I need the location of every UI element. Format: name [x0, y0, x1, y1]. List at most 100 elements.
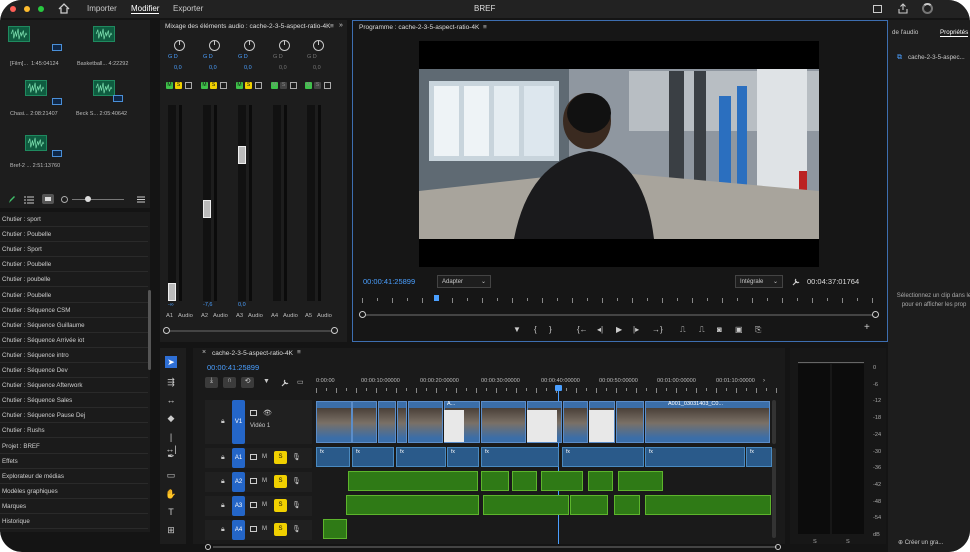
project-list-item[interactable]: Chutier : Séquence Afterwork: [0, 378, 148, 394]
pan-knob[interactable]: [174, 40, 185, 51]
video-clip[interactable]: [408, 401, 443, 443]
solo-button[interactable]: S: [210, 82, 217, 89]
mute-button[interactable]: M: [305, 82, 312, 89]
minimize-window-icon[interactable]: [24, 6, 30, 12]
track-select-tool-icon[interactable]: ⇶: [165, 376, 177, 388]
gain-value[interactable]: 0,0: [238, 302, 246, 308]
pan-knob[interactable]: [313, 40, 324, 51]
project-list-item[interactable]: Chutier : Séquence intro: [0, 348, 148, 363]
track-target-a2[interactable]: A2: [232, 472, 245, 492]
mute-button[interactable]: M: [201, 82, 208, 89]
project-list-item[interactable]: Chutier : Séquence Pause Dej: [0, 408, 148, 424]
linked-selection-icon[interactable]: ⟲: [241, 377, 254, 388]
pen-tool-icon[interactable]: ✒: [165, 450, 177, 462]
video-clip[interactable]: [645, 401, 770, 443]
step-back-icon[interactable]: ◂|: [597, 325, 603, 334]
audio-clip-a1[interactable]: fx: [481, 447, 559, 467]
project-list-item[interactable]: Chutier : Séquence Sales: [0, 393, 148, 409]
panel-menu-icon[interactable]: ≡: [330, 23, 334, 30]
hand-tool-icon[interactable]: ✋: [165, 488, 177, 500]
razor-tool-icon[interactable]: ◆: [165, 412, 177, 424]
project-list-item[interactable]: Chutier : Séquence Guillaume: [0, 318, 148, 333]
record-arm-icon[interactable]: [255, 82, 262, 89]
project-list-item[interactable]: Chutier : poubelle: [0, 272, 148, 288]
track-scrollbar[interactable]: [772, 400, 776, 444]
menu-importer[interactable]: Importer: [87, 4, 117, 13]
mute-track-button[interactable]: M: [262, 502, 267, 508]
panel-menu-icon[interactable]: ≡: [297, 349, 301, 356]
mute-button[interactable]: M: [166, 82, 173, 89]
mark-out-icon[interactable]: }: [549, 325, 552, 334]
panel-menu-icon[interactable]: ≡: [483, 24, 487, 31]
slip-tool-icon[interactable]: |↔|: [165, 431, 177, 454]
microphone-icon[interactable]: 🎙︎: [292, 453, 301, 461]
lock-track-icon[interactable]: 🔒︎: [221, 526, 225, 534]
bin-clip-4[interactable]: Beck S... 2:05:40642: [76, 80, 148, 120]
timeline-scrollbar[interactable]: [205, 544, 785, 550]
mute-track-button[interactable]: M: [262, 454, 267, 460]
record-arm-icon[interactable]: [290, 82, 297, 89]
bin-clip-3[interactable]: Chasi... 2:08:21407: [0, 80, 62, 120]
clip-thumbnail[interactable]: [444, 410, 464, 442]
project-list-item[interactable]: Chutier : Séquence Arrivée iot: [0, 333, 148, 348]
thumbnail-size-slider[interactable]: [72, 199, 124, 200]
pan-value[interactable]: 0,0: [174, 65, 182, 71]
fit-dropdown[interactable]: Adapter ⌄: [437, 275, 491, 288]
scroll-handle[interactable]: [331, 327, 338, 334]
lock-track-icon[interactable]: 🔒︎: [221, 418, 225, 426]
fader-track[interactable]: [168, 105, 176, 301]
audio-clip-a1[interactable]: fx: [562, 447, 644, 467]
add-marker-icon[interactable]: ▼: [263, 378, 270, 385]
video-clip[interactable]: [481, 401, 526, 443]
solo-track-button[interactable]: S: [274, 451, 287, 464]
comparison-view-icon[interactable]: ▣: [735, 325, 743, 334]
ripple-edit-tool-icon[interactable]: ↔: [165, 394, 177, 406]
pan-knob[interactable]: [209, 40, 220, 51]
project-list-item[interactable]: Chutier : sport: [0, 212, 148, 227]
workspace-icon[interactable]: [873, 5, 882, 13]
lock-track-icon[interactable]: 🔒︎: [221, 478, 225, 486]
audio-clip-a2[interactable]: [588, 471, 613, 491]
audio-clip-a2[interactable]: [541, 471, 583, 491]
project-list-scrollbar[interactable]: [148, 290, 151, 370]
project-list-item[interactable]: Historique: [0, 514, 148, 529]
project-list-item[interactable]: Chutier : Poubelle: [0, 227, 148, 243]
gain-value[interactable]: -7,6: [203, 302, 212, 308]
microphone-icon[interactable]: 🎙︎: [292, 477, 301, 485]
menu-exporter[interactable]: Exporter: [173, 4, 203, 13]
fader-track[interactable]: [307, 105, 315, 301]
selection-tool-icon[interactable]: ➤: [165, 356, 177, 368]
playhead-marker[interactable]: [434, 295, 439, 301]
expand-panel-icon[interactable]: »: [339, 22, 343, 29]
menu-icon[interactable]: [137, 196, 145, 203]
scroll-handle[interactable]: [163, 327, 170, 334]
track-target-a1[interactable]: A1: [232, 448, 245, 468]
solo-button[interactable]: S: [175, 82, 182, 89]
pan-value[interactable]: 0,0: [279, 65, 287, 71]
audio-clip-a3[interactable]: [570, 495, 608, 515]
microphone-icon[interactable]: 🎙︎: [292, 525, 301, 533]
video-clip[interactable]: [352, 401, 377, 443]
pan-value[interactable]: 0,0: [244, 65, 252, 71]
list-view-icon[interactable]: [24, 196, 34, 204]
scroll-handle-left[interactable]: [205, 544, 211, 550]
lift-icon[interactable]: ⎍: [680, 325, 686, 335]
lock-track-icon[interactable]: 🔒︎: [221, 454, 225, 462]
meter-channel-left[interactable]: S: [813, 539, 817, 545]
tab-audio[interactable]: de l'audio: [892, 29, 918, 36]
solo-track-button[interactable]: S: [274, 499, 287, 512]
pan-knob[interactable]: [244, 40, 255, 51]
video-clip[interactable]: [397, 401, 407, 443]
audio-clip-a2[interactable]: [618, 471, 663, 491]
bin-clip-2[interactable]: Basketball... 4:22292: [77, 26, 148, 67]
wrench-icon[interactable]: [792, 277, 801, 286]
audio-clip-a4[interactable]: [323, 519, 347, 539]
rectangle-tool-icon[interactable]: ▭: [165, 469, 177, 481]
icon-view-button[interactable]: [42, 194, 54, 204]
solo-track-button[interactable]: S: [274, 475, 287, 488]
extract-icon[interactable]: ⎍: [699, 325, 705, 335]
track-target-v1[interactable]: V1: [232, 400, 245, 444]
fader-track[interactable]: [238, 105, 246, 301]
video-clip[interactable]: [316, 401, 352, 443]
playhead-handle[interactable]: [555, 385, 562, 391]
